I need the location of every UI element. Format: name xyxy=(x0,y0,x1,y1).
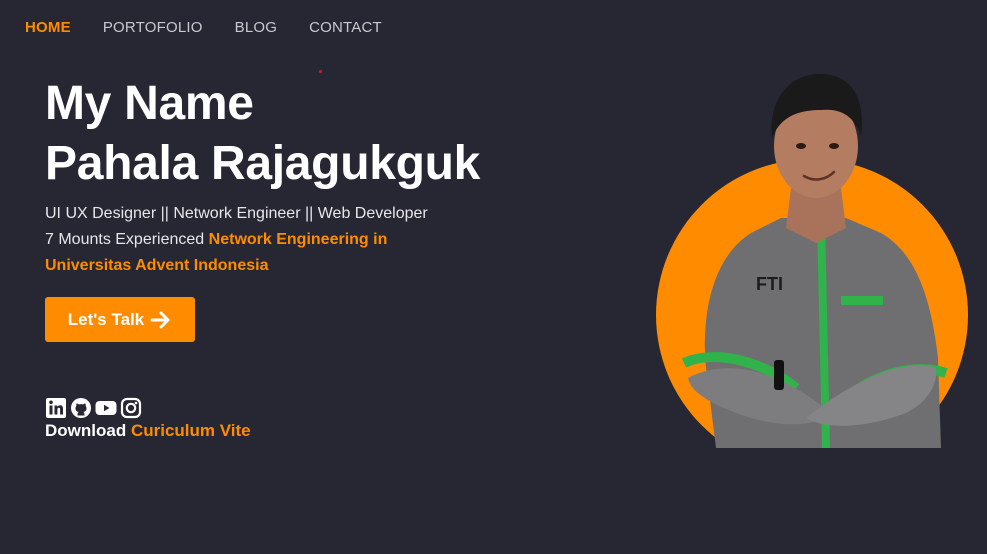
download-prefix: Download xyxy=(45,421,131,440)
experience-prefix: 7 Mounts Experienced xyxy=(45,231,209,248)
profile-photo: FTI xyxy=(656,73,968,448)
decorative-dot xyxy=(319,70,322,73)
svg-text:FTI: FTI xyxy=(756,274,783,294)
download-cv-link[interactable]: Curiculum Vite xyxy=(131,421,251,440)
hero-subtitle: UI UX Designer || Network Engineer || We… xyxy=(45,201,465,279)
social-links xyxy=(45,397,142,419)
nav-portofolio[interactable]: PORTOFOLIO xyxy=(103,19,203,36)
nav-blog[interactable]: BLOG xyxy=(235,19,277,36)
hero-experience: 7 Mounts Experienced Network Engineering… xyxy=(45,227,465,279)
youtube-icon[interactable] xyxy=(95,397,117,419)
lets-talk-button[interactable]: Let's Talk xyxy=(45,297,195,342)
nav-home[interactable]: HOME xyxy=(25,19,71,36)
nav-contact[interactable]: CONTACT xyxy=(309,19,382,36)
linkedin-icon[interactable] xyxy=(45,397,67,419)
hero-title-line2: Pahala Rajagukguk xyxy=(45,137,481,190)
lets-talk-label: Let's Talk xyxy=(67,309,145,329)
arrow-right-icon xyxy=(150,311,170,328)
github-icon[interactable] xyxy=(70,397,92,419)
download-cv: Download Curiculum Vite xyxy=(45,421,251,441)
instagram-icon[interactable] xyxy=(120,397,142,419)
hero-roles: UI UX Designer || Network Engineer || We… xyxy=(45,205,428,222)
hero-title: My Name Pahala Rajagukguk xyxy=(45,74,480,194)
main-nav: HOME PORTOFOLIO BLOG CONTACT xyxy=(25,19,382,36)
hero-title-line1: My Name xyxy=(45,77,254,130)
